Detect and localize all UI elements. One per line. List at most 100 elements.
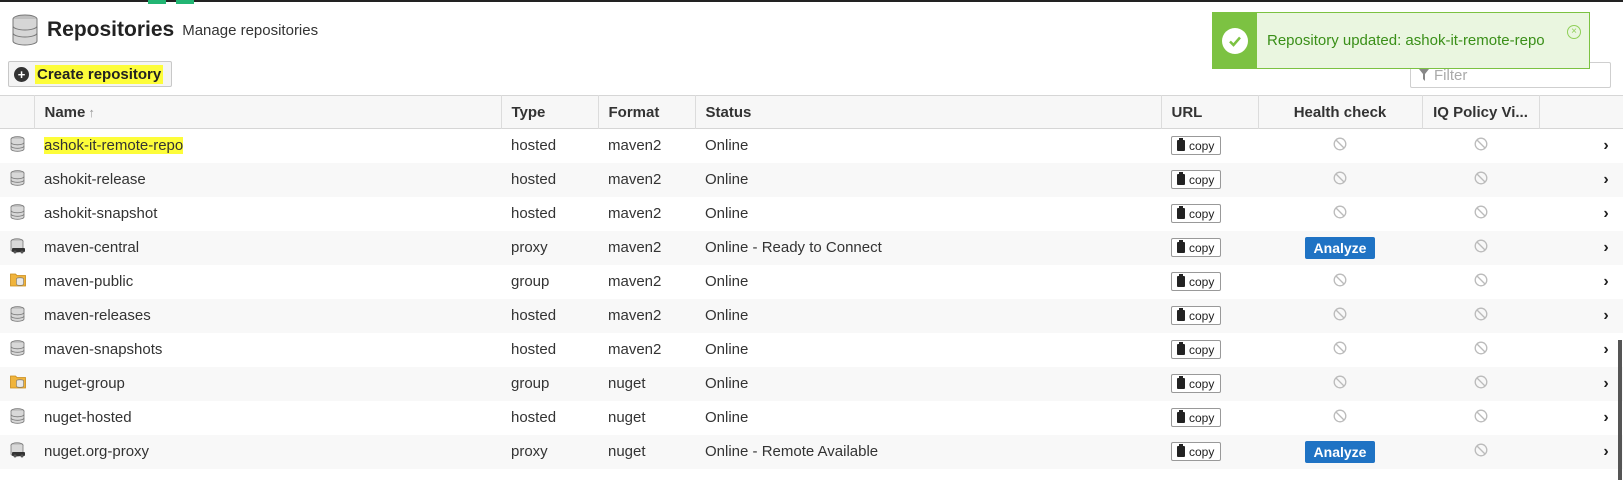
column-header-status[interactable]: Status — [695, 95, 1162, 129]
copy-url-button[interactable]: copy — [1171, 442, 1222, 461]
iq-policy-disabled-icon — [1474, 273, 1488, 291]
health-check-disabled-icon — [1333, 341, 1347, 359]
column-header-url[interactable]: URL — [1161, 95, 1259, 129]
repo-status: Online — [705, 171, 749, 188]
table-row[interactable]: nuget-group group nuget Online copy › — [0, 366, 1623, 401]
repo-name[interactable]: ashokit-snapshot — [34, 197, 501, 231]
table-row[interactable]: ashokit-release hosted maven2 Online cop… — [0, 162, 1623, 197]
repo-name[interactable]: nuget-group — [34, 367, 501, 401]
health-check-disabled-icon — [1333, 137, 1347, 155]
clipboard-icon — [1177, 308, 1185, 321]
analyze-button[interactable]: Analyze — [1304, 236, 1376, 259]
chevron-right-icon[interactable]: › — [1603, 375, 1608, 392]
table-row[interactable]: nuget.org-proxy proxy nuget Online - Rem… — [0, 434, 1623, 469]
repo-health-check — [1258, 367, 1422, 401]
repo-format: maven2 — [608, 205, 662, 222]
repo-health-check — [1258, 197, 1422, 231]
row-expand-cell[interactable]: › — [1539, 129, 1623, 163]
analyze-button[interactable]: Analyze — [1304, 440, 1376, 463]
table-row[interactable]: nuget-hosted hosted nuget Online copy › — [0, 401, 1623, 435]
chevron-right-icon[interactable]: › — [1603, 443, 1608, 460]
repo-format: maven2 — [608, 137, 662, 155]
create-repository-button[interactable]: + Create repository — [8, 61, 173, 87]
chevron-right-icon[interactable]: › — [1603, 171, 1608, 188]
column-header-iq-policy[interactable]: IQ Policy Vi... — [1422, 95, 1540, 129]
copy-url-button[interactable]: copy — [1171, 306, 1222, 325]
repo-format: nuget — [608, 375, 646, 392]
chevron-right-icon[interactable]: › — [1603, 205, 1608, 222]
scrollbar[interactable] — [1617, 340, 1623, 480]
copy-url-button[interactable]: copy — [1171, 204, 1222, 223]
table-row[interactable]: maven-central proxy maven2 Online - Read… — [0, 230, 1623, 265]
row-expand-cell[interactable]: › — [1539, 435, 1623, 469]
top-accent-left — [148, 0, 166, 4]
iq-policy-disabled-icon — [1474, 443, 1488, 461]
repo-name[interactable]: maven-central — [34, 231, 501, 265]
copy-url-button[interactable]: copy — [1171, 340, 1222, 359]
row-expand-cell[interactable]: › — [1539, 265, 1623, 299]
row-expand-cell[interactable]: › — [1539, 163, 1623, 197]
clipboard-icon — [1177, 274, 1185, 287]
row-expand-cell[interactable]: › — [1539, 401, 1623, 435]
repo-status: Online — [705, 137, 749, 155]
copy-url-button[interactable]: copy — [1171, 408, 1222, 427]
repo-name[interactable]: nuget-hosted — [34, 401, 501, 435]
chevron-right-icon[interactable]: › — [1603, 273, 1608, 290]
table-row[interactable]: ashok-it-remote-repo hosted maven2 Onlin… — [0, 129, 1623, 163]
table-row[interactable]: ashokit-snapshot hosted maven2 Online co… — [0, 197, 1623, 231]
row-expand-cell[interactable]: › — [1539, 197, 1623, 231]
table-row[interactable]: maven-releases hosted maven2 Online copy… — [0, 298, 1623, 333]
repo-url: copy — [1161, 197, 1258, 231]
repo-iq-policy — [1422, 435, 1539, 469]
table-row[interactable]: maven-public group maven2 Online copy › — [0, 265, 1623, 299]
repo-name[interactable]: maven-public — [34, 265, 501, 299]
chevron-right-icon[interactable]: › — [1603, 137, 1608, 154]
column-header-icon — [0, 95, 35, 129]
table-row[interactable]: maven-snapshots hosted maven2 Online cop… — [0, 333, 1623, 367]
repo-type: hosted — [511, 171, 557, 188]
repo-format: maven2 — [608, 273, 662, 290]
repo-name[interactable]: ashok-it-remote-repo — [34, 129, 501, 163]
repo-name[interactable]: ashokit-release — [34, 163, 501, 197]
close-icon[interactable]: × — [1567, 25, 1581, 39]
clipboard-icon — [1177, 172, 1185, 185]
chevron-right-icon[interactable]: › — [1603, 409, 1608, 426]
chevron-right-icon[interactable]: › — [1603, 239, 1608, 256]
row-expand-cell[interactable]: › — [1539, 367, 1623, 401]
repo-type-icon-cell — [0, 367, 34, 401]
copy-url-button[interactable]: copy — [1171, 272, 1222, 291]
repositories-table: Name ↑ Type Format Status URL Health chec… — [0, 95, 1623, 469]
copy-url-button[interactable]: copy — [1171, 170, 1222, 189]
repo-type-icon-cell — [0, 163, 34, 197]
repo-iq-policy — [1422, 231, 1539, 265]
sort-ascending-icon: ↑ — [88, 104, 95, 120]
copy-url-button[interactable]: copy — [1171, 238, 1222, 257]
row-expand-cell[interactable]: › — [1539, 333, 1623, 367]
column-header-format[interactable]: Format — [598, 95, 696, 129]
iq-policy-disabled-icon — [1474, 239, 1488, 257]
chevron-right-icon[interactable]: › — [1603, 341, 1608, 358]
copy-url-button[interactable]: copy — [1171, 374, 1222, 393]
repo-type-icon-cell — [0, 129, 34, 163]
page-title: Repositories — [47, 18, 175, 41]
clipboard-icon — [1177, 342, 1185, 355]
iq-policy-disabled-icon — [1474, 171, 1488, 189]
chevron-right-icon[interactable]: › — [1603, 307, 1608, 324]
repo-iq-policy — [1422, 197, 1539, 231]
hosted-repo-icon — [10, 203, 25, 224]
filter-placeholder: Filter — [1434, 66, 1468, 84]
copy-url-button[interactable]: copy — [1171, 136, 1222, 156]
repo-type: hosted — [511, 341, 557, 358]
row-expand-cell[interactable]: › — [1539, 231, 1623, 265]
repo-type: group — [511, 273, 550, 290]
repo-name[interactable]: maven-releases — [34, 299, 501, 333]
iq-policy-disabled-icon — [1474, 205, 1488, 223]
column-header-health-check[interactable]: Health check — [1258, 95, 1423, 129]
column-header-name[interactable]: Name ↑ — [34, 95, 502, 129]
repo-name[interactable]: maven-snapshots — [34, 333, 501, 367]
repo-iq-policy — [1422, 265, 1539, 299]
repo-url: copy — [1161, 163, 1258, 197]
row-expand-cell[interactable]: › — [1539, 299, 1623, 333]
column-header-type[interactable]: Type — [501, 95, 599, 129]
repo-name[interactable]: nuget.org-proxy — [34, 435, 501, 469]
